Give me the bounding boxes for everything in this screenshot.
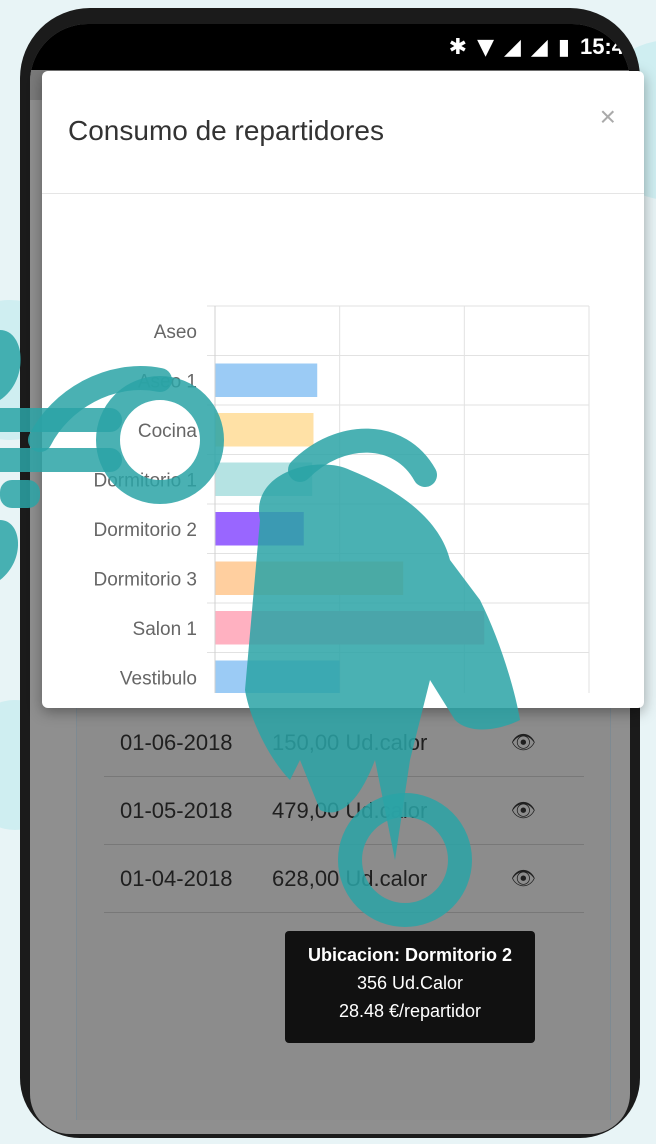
- bar-chart: 050010001500AseoAseo 1CocinaDormitorio 1…: [94, 305, 590, 693]
- close-button[interactable]: ×: [600, 101, 616, 133]
- bar: [215, 363, 318, 397]
- chart-tooltip: Ubicacion: Dormitorio 2 356 Ud.Calor 28.…: [285, 931, 535, 1043]
- list-item[interactable]: 01-05-2018 479,00 Ud.calor 👁: [104, 776, 584, 845]
- eye-icon[interactable]: 👁: [511, 730, 536, 755]
- bar: [215, 561, 404, 595]
- bar: [215, 611, 485, 645]
- wifi-icon: ▼: [477, 34, 494, 60]
- modal-header: Consumo de repartidores ×: [42, 71, 644, 194]
- row-value: 628,00 Ud.calor: [272, 866, 428, 891]
- consumption-modal: Consumo de repartidores × 050010001500As…: [42, 71, 644, 708]
- y-tick-label: Cocina: [138, 421, 198, 442]
- status-time: 15:4: [579, 34, 624, 59]
- bluetooth-icon: ✱: [448, 34, 468, 60]
- y-tick-label: Dormitorio 3: [94, 569, 197, 590]
- bar: [215, 660, 340, 693]
- y-tick-label: Salon 1: [133, 619, 197, 640]
- eye-icon[interactable]: 👁: [511, 866, 536, 891]
- eye-icon[interactable]: 👁: [511, 798, 536, 823]
- list-item[interactable]: 01-04-2018 628,00 Ud.calor 👁: [104, 844, 584, 913]
- status-bar: ✱ ▼ ◢ ◢ ▮ 15:4: [30, 24, 630, 70]
- tooltip-title: Ubicacion: Dormitorio 2: [307, 945, 513, 965]
- battery-icon: ▮: [557, 34, 570, 60]
- tooltip-value: 356 Ud.Calor: [356, 973, 464, 993]
- bar: [215, 462, 313, 496]
- tooltip-price: 28.48 €/repartidor: [338, 1001, 482, 1021]
- list-item[interactable]: 01-06-2018 150,00 Ud.calor 👁: [104, 708, 584, 777]
- y-tick-label: Vestibulo: [120, 668, 197, 689]
- row-value: 479,00 Ud.calor: [272, 798, 428, 823]
- bar: [215, 413, 314, 447]
- y-tick-label: Aseo 1: [138, 371, 197, 392]
- bar: [215, 512, 304, 546]
- row-value: 150,00 Ud.calor: [272, 730, 428, 755]
- row-date: 01-05-2018: [120, 798, 233, 823]
- row-date: 01-06-2018: [120, 730, 233, 755]
- signal-icon: ◢: [504, 34, 521, 60]
- y-tick-label: Dormitorio 1: [94, 470, 197, 491]
- signal-icon: ◢: [530, 34, 548, 60]
- modal-title: Consumo de repartidores: [68, 115, 384, 146]
- reading-list: 01-06-2018 150,00 Ud.calor 👁 01-05-2018 …: [76, 660, 611, 1120]
- y-tick-label: Aseo: [154, 322, 197, 343]
- row-date: 01-04-2018: [120, 866, 233, 891]
- y-tick-label: Dormitorio 2: [94, 520, 197, 541]
